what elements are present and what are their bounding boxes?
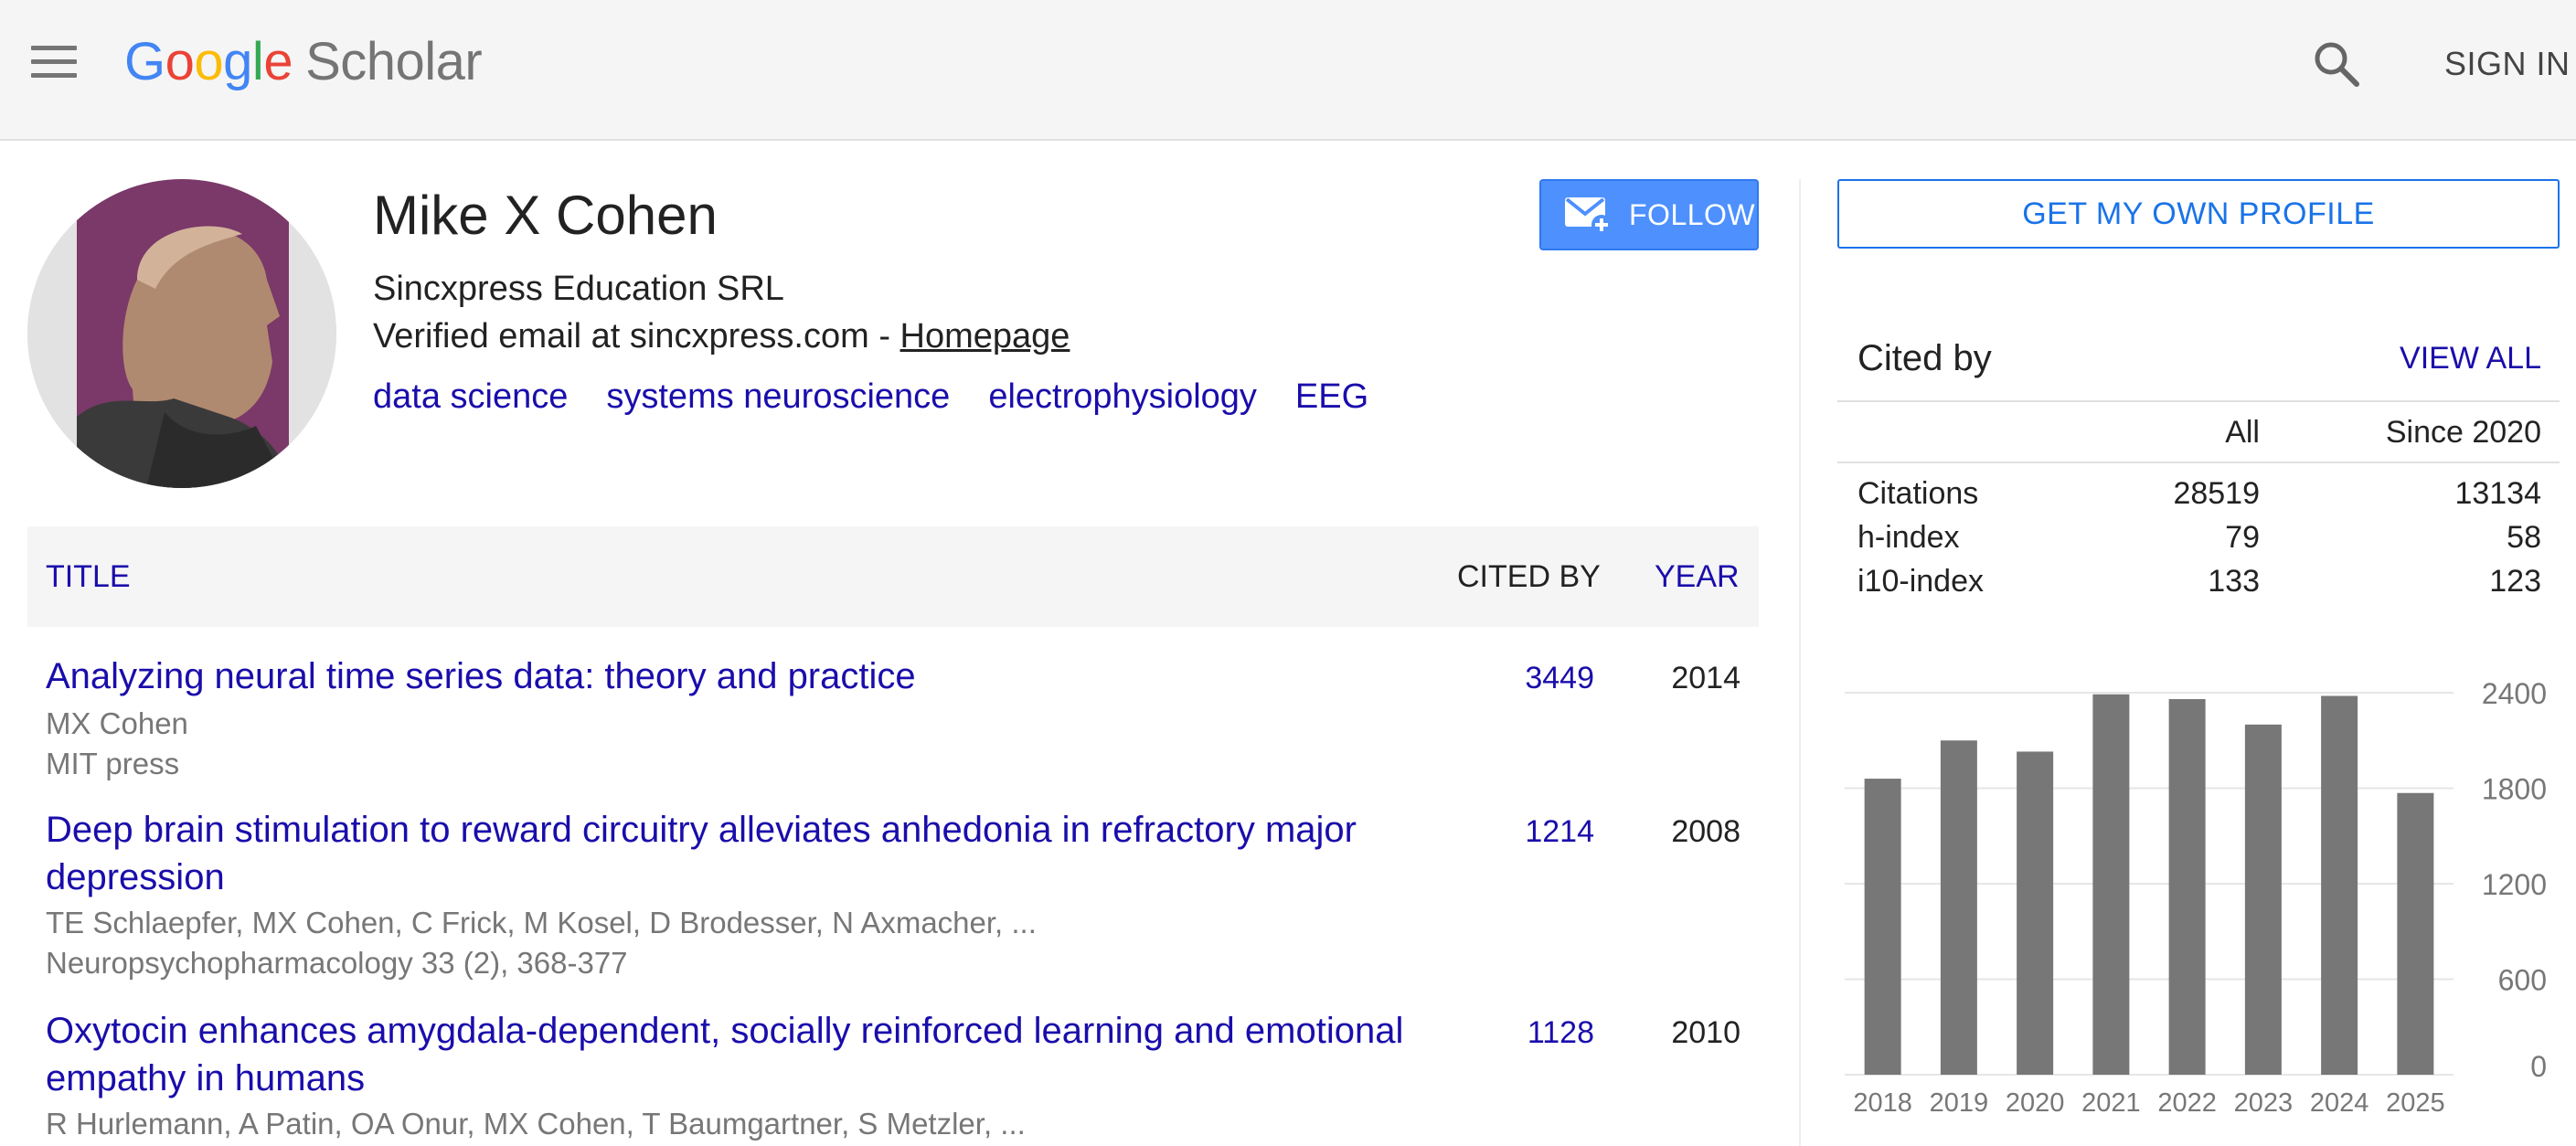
stat-label: Citations <box>1857 476 1979 511</box>
profile-avatar <box>27 179 336 488</box>
cited-by-header: CITED BY <box>1457 559 1601 594</box>
y-tick-label: 1200 <box>2482 868 2547 901</box>
column-all-header: All <box>2225 415 2260 450</box>
bar-2025[interactable] <box>2397 792 2434 1075</box>
article-row: Analyzing neural time series data: theor… <box>27 653 1759 790</box>
interest-electrophysiology[interactable]: electrophysiology <box>988 373 1257 420</box>
bar-2022[interactable] <box>2168 698 2206 1075</box>
bar-2021[interactable] <box>2092 694 2130 1075</box>
x-tick-label: 2023 <box>2234 1088 2294 1115</box>
logo-letter: o <box>194 32 224 91</box>
interest-data-science[interactable]: data science <box>373 373 568 420</box>
cited-by-count-link[interactable]: 1214 <box>1457 808 1594 855</box>
stat-row-h-index: h-index 79 58 <box>1857 515 2541 559</box>
column-since-header: Since 2020 <box>2385 415 2541 450</box>
google-scholar-logo[interactable]: Google Scholar <box>124 27 483 97</box>
top-app-bar: Google Scholar SIGN IN <box>0 0 2576 141</box>
bar-2018[interactable] <box>1864 779 1901 1075</box>
article-title-link[interactable]: Analyzing neural time series data: theor… <box>46 653 1472 700</box>
bar-2024[interactable] <box>2321 695 2358 1075</box>
logo-letter: l <box>251 32 264 91</box>
research-interests: data science systems neuroscience electr… <box>373 373 1368 420</box>
stat-label: i10-index <box>1857 564 1984 599</box>
profile-name: Mike X Cohen <box>373 185 718 246</box>
sign-in-button[interactable]: SIGN IN <box>2444 40 2571 88</box>
stat-all-value: 28519 <box>2173 476 2260 511</box>
sort-by-year[interactable]: YEAR <box>1655 556 1740 598</box>
x-tick-label: 2022 <box>2157 1088 2217 1115</box>
x-tick-label: 2018 <box>1853 1088 1912 1115</box>
stat-since-value: 58 <box>2507 520 2541 555</box>
logo-letter: G <box>124 32 165 91</box>
bar-2023[interactable] <box>2244 724 2282 1075</box>
get-my-own-profile-button[interactable]: GET MY OWN PROFILE <box>1837 179 2560 249</box>
y-tick-label: 1800 <box>2482 773 2547 806</box>
stat-row-citations: Citations 28519 13134 <box>1857 472 2541 515</box>
bar-2019[interactable] <box>1940 740 1977 1075</box>
y-tick-label: 2400 <box>2482 677 2547 710</box>
citations-per-year-chart[interactable]: 0 600 1200 1800 2400 2018 2019 2020 2021 2022 2023… <box>1837 658 2560 1115</box>
article-year: 2008 <box>1671 814 1740 849</box>
logo-letter: o <box>165 32 195 91</box>
stat-all-value: 133 <box>2208 564 2260 599</box>
article-year: 2014 <box>1671 661 1740 695</box>
article-venue: MIT press <box>46 747 180 780</box>
scholar-wordmark: Scholar <box>305 32 483 91</box>
verified-email: Verified email at sincxpress.com - Homep… <box>373 313 1070 360</box>
stat-all-value: 79 <box>2225 520 2260 555</box>
view-all-link[interactable]: VIEW ALL <box>2400 334 2541 382</box>
article-row: Oxytocin enhances amygdala-dependent, so… <box>27 1007 1759 1146</box>
stat-since-value: 123 <box>2489 564 2541 599</box>
x-tick-label: 2021 <box>2081 1088 2141 1115</box>
articles-table-header: TITLE CITED BY YEAR <box>27 526 1759 627</box>
hamburger-menu-icon[interactable] <box>29 44 80 80</box>
search-icon[interactable] <box>2309 37 2364 91</box>
follow-label: FOLLOW <box>1629 197 1756 231</box>
article-year: 2010 <box>1671 1015 1740 1050</box>
article-authors: MX Cohen <box>46 706 188 740</box>
stat-since-value: 13134 <box>2454 476 2541 511</box>
logo-letter: e <box>263 32 293 91</box>
logo-letter: g <box>223 32 252 91</box>
interest-systems-neuroscience[interactable]: systems neuroscience <box>606 373 950 420</box>
column-divider <box>1799 179 1801 1146</box>
bar-2020[interactable] <box>2017 751 2054 1075</box>
article-row: Deep brain stimulation to reward circuit… <box>27 806 1759 989</box>
sort-by-title[interactable]: TITLE <box>46 556 131 598</box>
interest-eeg[interactable]: EEG <box>1295 373 1368 420</box>
article-title-link[interactable]: Deep brain stimulation to reward circuit… <box>46 806 1472 901</box>
article-title-link[interactable]: Oxytocin enhances amygdala-dependent, so… <box>46 1007 1472 1102</box>
homepage-link[interactable]: Homepage <box>900 317 1070 355</box>
mail-plus-icon <box>1565 197 1612 235</box>
stat-row-i10-index: i10-index 133 123 <box>1857 559 2541 603</box>
article-authors: R Hurlemann, A Patin, OA Onur, MX Cohen,… <box>46 1107 1026 1141</box>
verified-email-text: Verified email at sincxpress.com - <box>373 317 900 355</box>
x-tick-label: 2019 <box>1930 1088 1989 1115</box>
google-wordmark: Google <box>124 32 293 91</box>
article-venue: Neuropsychopharmacology 33 (2), 368-377 <box>46 946 628 980</box>
follow-button[interactable]: FOLLOW <box>1539 179 1759 250</box>
divider <box>1837 462 2560 463</box>
y-tick-label: 0 <box>2530 1050 2547 1083</box>
y-tick-label: 600 <box>2498 964 2547 997</box>
x-tick-label: 2025 <box>2386 1088 2445 1115</box>
article-authors: TE Schlaepfer, MX Cohen, C Frick, M Kose… <box>46 906 1037 939</box>
stat-label: h-index <box>1857 520 1960 555</box>
cited-by-count-link[interactable]: 1128 <box>1457 1009 1594 1056</box>
x-tick-label: 2024 <box>2310 1088 2369 1115</box>
cited-by-heading: Cited by <box>1857 338 1992 378</box>
profile-affiliation: Sincxpress Education SRL <box>373 270 784 308</box>
divider <box>1837 400 2560 402</box>
cited-by-count-link[interactable]: 3449 <box>1457 654 1594 702</box>
x-tick-label: 2020 <box>2006 1088 2065 1115</box>
